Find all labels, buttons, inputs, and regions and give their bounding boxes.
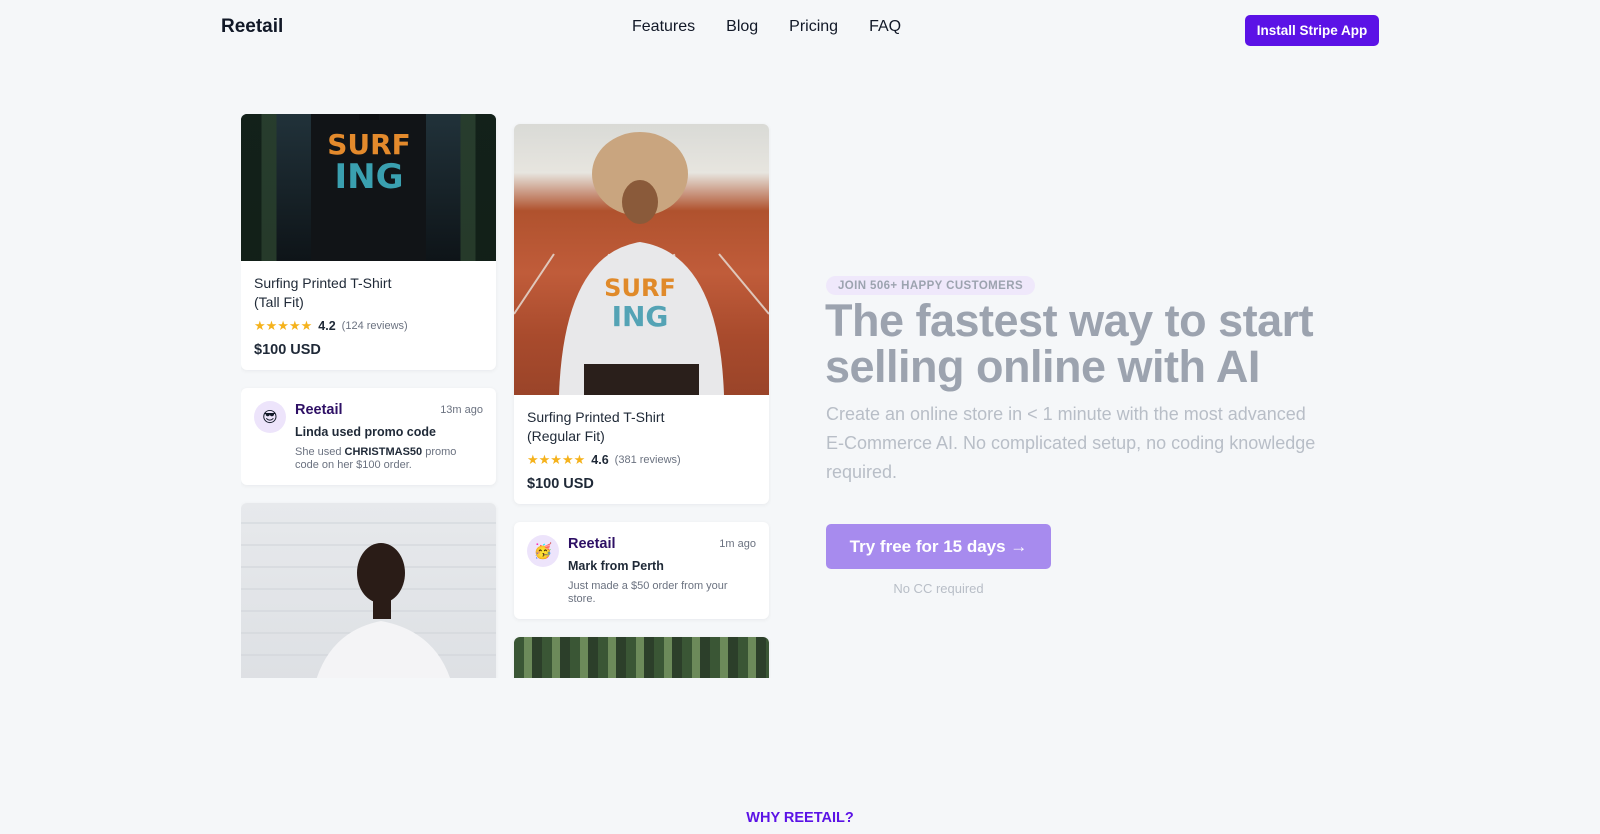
product-photo-man	[241, 503, 496, 678]
hero-headline: The fastest way to start selling online …	[825, 295, 1314, 392]
review-count: (124 reviews)	[341, 320, 408, 332]
notification-card-promo: 😎 Reetail 13m ago Linda used promo code …	[241, 388, 496, 485]
notification-description: She used CHRISTMAS50 promo code on her $…	[295, 446, 457, 471]
product-card-tall-fit[interactable]: SURF ING Surfing Printed T-Shirt (Tall F…	[241, 114, 496, 370]
notification-avatar: 😎	[254, 401, 286, 433]
product-photo-surf-sweatshirt: SURF ING	[514, 124, 769, 396]
notification-sender: Reetail	[568, 536, 616, 552]
rating-score: 4.2	[318, 319, 336, 333]
product-title: Surfing Printed T-Shirt	[254, 275, 392, 291]
product-rating: ★★★★★ 4.6 (381 reviews)	[527, 452, 756, 468]
install-stripe-app-button[interactable]: Install Stripe App	[1245, 15, 1379, 46]
notification-card-order: 🥳 Reetail 1m ago Mark from Perth Just ma…	[514, 522, 769, 619]
notification-avatar: 🥳	[527, 535, 559, 567]
logo[interactable]: Reetail	[221, 16, 283, 38]
why-reetail-section-label: WHY REETAIL?	[746, 810, 854, 826]
hero-subtext: Create an online store in < 1 minute wit…	[826, 404, 1316, 482]
nav-links: Features Blog Pricing FAQ	[632, 18, 901, 36]
product-photo-surf-tee: SURF ING	[241, 114, 496, 261]
notification-description: Just made a $50 order from your store.	[568, 580, 728, 605]
product-card-regular-fit[interactable]: SURF ING Surfing Printed T-Shirt (Regula…	[514, 124, 769, 504]
svg-text:SURF: SURF	[604, 274, 676, 302]
top-nav: Reetail Features Blog Pricing FAQ Instal…	[0, 0, 1600, 58]
notification-title: Mark from Perth	[568, 559, 664, 573]
product-card-body: Surfing Printed T-Shirt (Tall Fit) ★★★★★…	[254, 274, 483, 358]
nav-link-features[interactable]: Features	[632, 18, 695, 36]
notification-time: 13m ago	[440, 404, 483, 416]
nav-link-faq[interactable]: FAQ	[869, 18, 901, 36]
product-title-variant: (Regular Fit)	[527, 428, 605, 444]
star-rating-icons: ★★★★★	[254, 318, 313, 333]
notification-title: Linda used promo code	[295, 425, 436, 439]
svg-text:ING: ING	[612, 300, 669, 333]
product-title-variant: (Tall Fit)	[254, 294, 304, 310]
man-photo-graphic	[241, 522, 496, 678]
rating-score: 4.6	[591, 453, 609, 467]
product-rating: ★★★★★ 4.2 (124 reviews)	[254, 318, 483, 334]
nav-link-pricing[interactable]: Pricing	[789, 18, 838, 36]
happy-customers-badge: JOIN 506+ HAPPY CUSTOMERS	[826, 276, 1036, 295]
product-price: $100 USD	[254, 342, 321, 358]
review-count: (381 reviews)	[614, 454, 681, 466]
nav-link-blog[interactable]: Blog	[726, 18, 758, 36]
notification-sender: Reetail	[295, 402, 343, 418]
sweatshirt-photo-graphic: SURF ING	[514, 132, 769, 396]
surf-tee-graphic: SURF ING	[311, 114, 426, 261]
notification-time: 1m ago	[719, 538, 756, 550]
product-title: Surfing Printed T-Shirt	[527, 409, 665, 425]
try-free-button[interactable]: Try free for 15 days →	[826, 524, 1051, 569]
product-card-body: Surfing Printed T-Shirt (Regular Fit) ★★…	[527, 408, 756, 492]
product-price: $100 USD	[527, 476, 594, 492]
no-cc-note: No CC required	[893, 581, 984, 596]
star-rating-icons: ★★★★★	[527, 452, 586, 467]
svg-text:ING: ING	[334, 157, 403, 197]
product-collage: SURF ING Surfing Printed T-Shirt (Tall F…	[241, 114, 771, 678]
product-photo-bamboo	[514, 637, 769, 678]
